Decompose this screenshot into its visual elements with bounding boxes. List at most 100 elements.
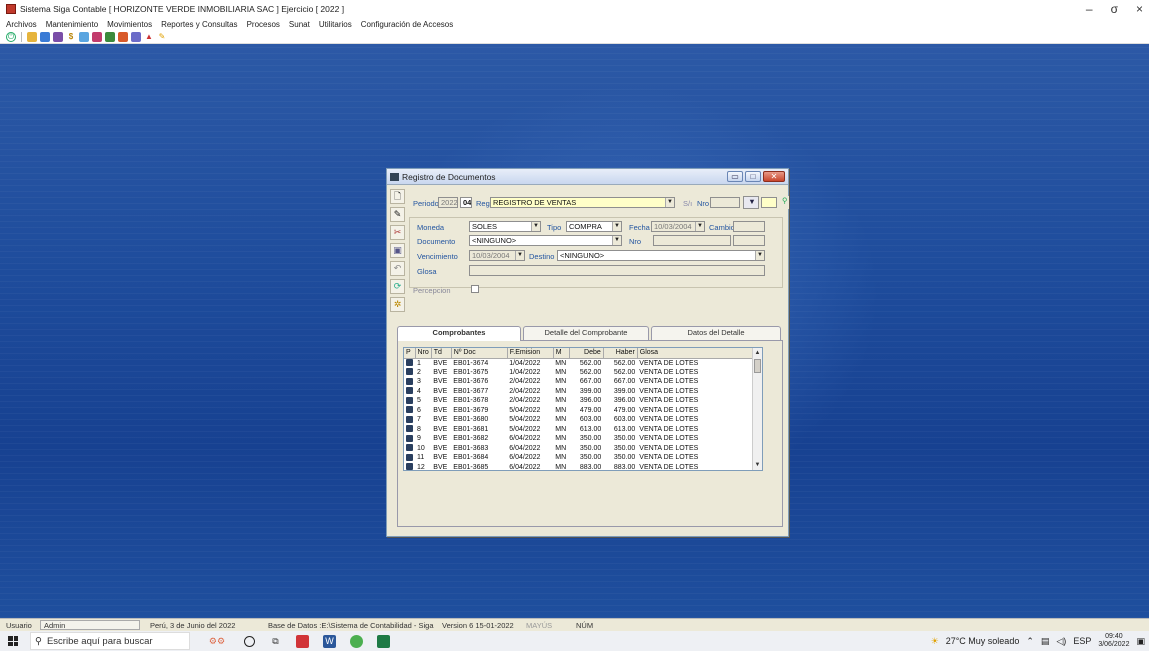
- vencimiento-field[interactable]: 10/03/2004 ▼: [469, 250, 525, 261]
- table-row[interactable]: 5 BVE EB01-3678 2/04/2022 MN 396.00 396.00 VENT…: [404, 396, 760, 406]
- nro-search-field[interactable]: [761, 197, 777, 208]
- register-icon[interactable]: [53, 31, 63, 42]
- refresh-icon[interactable]: ⟳: [390, 279, 405, 294]
- menu-mantenimiento[interactable]: Mantenimiento: [46, 20, 98, 29]
- col-td[interactable]: Td: [431, 348, 452, 359]
- dialog-titlebar[interactable]: Registro de Documentos ▭ □ ✕: [387, 169, 788, 185]
- edit-document-icon[interactable]: ✎: [390, 207, 405, 222]
- col-haber[interactable]: Haber: [603, 348, 638, 359]
- windows-start-icon[interactable]: [8, 636, 18, 646]
- moneda-select[interactable]: SOLES ▼: [469, 221, 541, 232]
- chevron-up-icon[interactable]: ⌃: [1026, 636, 1034, 647]
- nro-field[interactable]: [710, 197, 740, 208]
- documento-extra-field[interactable]: [733, 235, 765, 246]
- table-row[interactable]: 2 BVE EB01-3675 1/04/2022 MN 562.00 562.00 VENT…: [404, 368, 760, 378]
- col-p[interactable]: P: [404, 348, 416, 359]
- tab-datos-detalle[interactable]: Datos del Detalle: [651, 326, 781, 340]
- documento-nro-field[interactable]: [653, 235, 731, 246]
- table-row[interactable]: 9 BVE EB01-3682 6/04/2022 MN 350.00 350.00 VENT…: [404, 434, 760, 444]
- close-button[interactable]: ×: [1136, 2, 1143, 16]
- destino-select[interactable]: <NINGUNO> ▼: [557, 250, 765, 261]
- table-row[interactable]: 3 BVE EB01-3676 2/04/2022 MN 667.00 667.00 VENT…: [404, 377, 760, 387]
- percepcion-checkbox[interactable]: [471, 285, 479, 293]
- cambio-field[interactable]: [733, 221, 765, 232]
- maximize-button[interactable]: σ: [1111, 2, 1118, 16]
- table-row[interactable]: 6 BVE EB01-3679 5/04/2022 MN 479.00 479.00 VENT…: [404, 406, 760, 416]
- print-icon[interactable]: [131, 31, 141, 42]
- dialog-minimize-button[interactable]: ▭: [727, 171, 743, 182]
- scroll-up-icon[interactable]: ▲: [753, 348, 762, 358]
- dialog-close-button[interactable]: ✕: [763, 171, 785, 182]
- periodo-month-field[interactable]: 04: [460, 197, 472, 208]
- folder-icon[interactable]: [27, 31, 37, 42]
- database-icon[interactable]: [40, 31, 50, 42]
- scroll-thumb[interactable]: [754, 359, 761, 373]
- filter-icon[interactable]: ▼: [743, 196, 759, 209]
- delete-document-icon[interactable]: ✂: [390, 225, 405, 240]
- tab-comprobantes[interactable]: Comprobantes: [397, 326, 521, 341]
- row-doc-icon-cell[interactable]: [404, 444, 415, 454]
- table-row[interactable]: 1 BVE EB01-3674 1/04/2022 MN 562.00 562.00 VENT…: [404, 358, 760, 368]
- gear-icon[interactable]: ✲: [390, 297, 405, 312]
- tab-detalle-comprobante[interactable]: Detalle del Comprobante: [523, 326, 649, 340]
- balance-icon[interactable]: [118, 31, 128, 42]
- table-row[interactable]: 8 BVE EB01-3681 5/04/2022 MN 613.00 613.00 VENT…: [404, 425, 760, 435]
- chevron-down-icon[interactable]: ▼: [612, 236, 621, 245]
- col-femision[interactable]: F.Emision: [507, 348, 554, 359]
- minimize-button[interactable]: –: [1086, 2, 1093, 16]
- menu-procesos[interactable]: Procesos: [247, 20, 280, 29]
- grid-scrollbar[interactable]: ▲ ▼: [752, 348, 762, 470]
- registro-select[interactable]: REGISTRO DE VENTAS ▼: [490, 197, 675, 208]
- col-m[interactable]: M: [553, 348, 570, 359]
- graduation-icon[interactable]: ▲: [144, 32, 154, 42]
- periodo-year-field[interactable]: 2022: [438, 197, 458, 208]
- undo-icon[interactable]: ↶: [390, 261, 405, 276]
- task-view-icon[interactable]: ⧉: [269, 635, 282, 648]
- chevron-down-icon[interactable]: ▼: [531, 222, 540, 231]
- chrome-icon[interactable]: [350, 634, 363, 648]
- menu-reportes[interactable]: Reportes y Consultas: [161, 20, 237, 29]
- search-icon[interactable]: ⚲: [780, 196, 789, 209]
- dialog-maximize-button[interactable]: □: [745, 171, 761, 182]
- network-icon[interactable]: ▤: [1041, 636, 1050, 647]
- row-doc-icon-cell[interactable]: [404, 434, 415, 444]
- scroll-down-icon[interactable]: ▼: [753, 460, 762, 470]
- taskbar-clock[interactable]: 09:40 3/06/2022: [1098, 633, 1129, 649]
- col-nro[interactable]: Nro: [415, 348, 432, 359]
- table-row[interactable]: 10 BVE EB01-3683 6/04/2022 MN 350.00 350.00 VEN…: [404, 444, 760, 454]
- store-icon[interactable]: [296, 634, 309, 648]
- tipo-select[interactable]: COMPRA ▼: [566, 221, 622, 232]
- menu-utilitarios[interactable]: Utilitarios: [319, 20, 352, 29]
- row-doc-icon-cell[interactable]: [404, 415, 415, 425]
- menu-movimientos[interactable]: Movimientos: [107, 20, 152, 29]
- row-doc-icon-cell[interactable]: [404, 463, 415, 470]
- chevron-down-icon[interactable]: ▼: [612, 222, 621, 231]
- row-doc-icon-cell[interactable]: [404, 453, 415, 463]
- weather-text[interactable]: 27°C Muy soleado: [946, 636, 1020, 646]
- glosa-field[interactable]: [469, 265, 765, 276]
- menu-archivos[interactable]: Archivos: [6, 20, 37, 29]
- chevron-down-icon[interactable]: ▼: [695, 222, 704, 231]
- row-doc-icon-cell[interactable]: [404, 387, 415, 397]
- chevron-down-icon[interactable]: ▼: [515, 251, 524, 260]
- menu-configuracion[interactable]: Configuración de Accesos: [361, 20, 454, 29]
- new-document-icon[interactable]: 🗋: [390, 189, 405, 204]
- table-row[interactable]: 12 BVE EB01-3685 6/04/2022 MN 883.00 883.00 VEN…: [404, 463, 760, 470]
- cortana-icon[interactable]: [244, 635, 255, 647]
- row-doc-icon-cell[interactable]: [404, 406, 415, 416]
- exit-icon[interactable]: ⏻: [6, 31, 16, 42]
- col-glosa[interactable]: Glosa: [637, 348, 761, 359]
- notification-icon[interactable]: ▣: [1136, 636, 1145, 647]
- taskbar-search-box[interactable]: ⚲ Escribe aquí para buscar: [30, 632, 190, 650]
- siga-app-icon[interactable]: [377, 634, 390, 648]
- chevron-down-icon[interactable]: ▼: [665, 198, 674, 207]
- money-icon[interactable]: $: [66, 32, 76, 42]
- table-row[interactable]: 4 BVE EB01-3677 2/04/2022 MN 399.00 399.00 VENT…: [404, 387, 760, 397]
- table-row[interactable]: 11 BVE EB01-3684 6/04/2022 MN 350.00 350.00 VEN…: [404, 453, 760, 463]
- chevron-down-icon[interactable]: ▼: [755, 251, 764, 260]
- row-doc-icon-cell[interactable]: [404, 368, 415, 378]
- fecha-field[interactable]: 10/03/2004 ▼: [651, 221, 705, 232]
- row-doc-icon-cell[interactable]: [404, 396, 415, 406]
- col-debe[interactable]: Debe: [569, 348, 604, 359]
- bicycles-icon[interactable]: ⚙⚙: [204, 635, 230, 648]
